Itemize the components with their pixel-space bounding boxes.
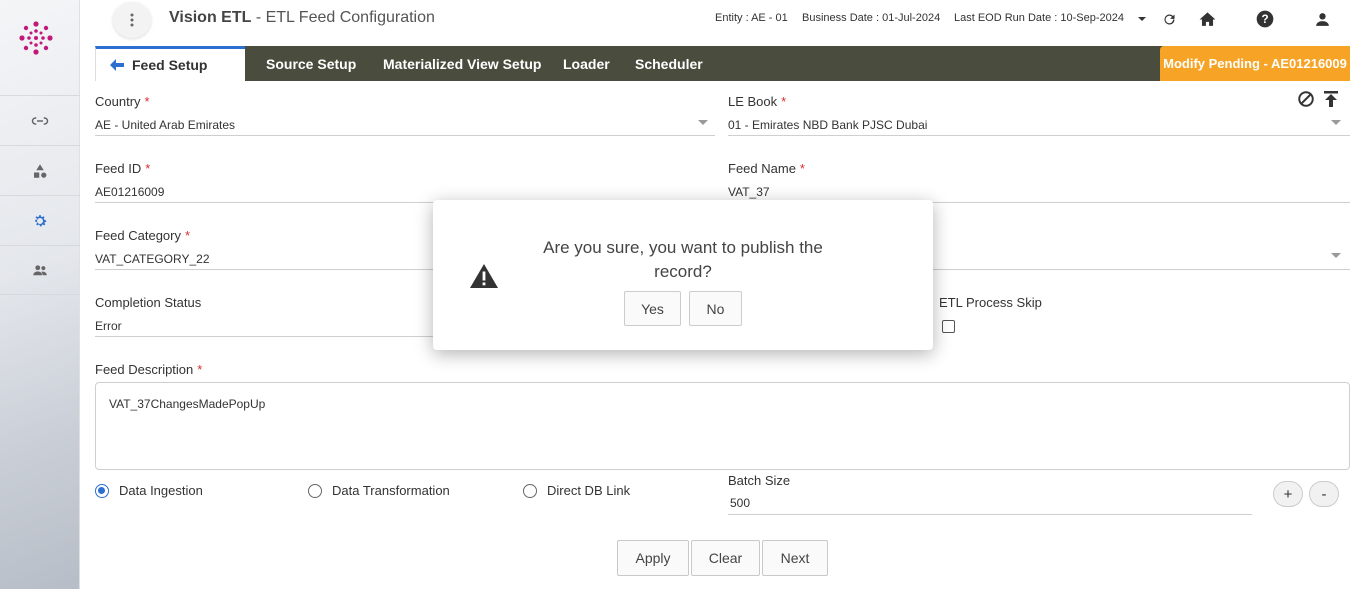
shapes-icon [34, 163, 47, 178]
radio-label: Data Transformation [332, 483, 450, 498]
lebook-dropdown-icon[interactable] [1331, 120, 1341, 125]
radio-direct-db-link[interactable]: Direct DB Link [523, 483, 630, 498]
tab-materialized-view-setup[interactable]: Materialized View Setup [383, 46, 541, 81]
completion-label: Completion Status [95, 295, 202, 310]
description-label: Feed Description * [95, 362, 203, 377]
feedname-field[interactable]: VAT_37 [728, 185, 770, 199]
radio-label: Data Ingestion [119, 483, 203, 498]
help-icon[interactable]: ? [1254, 8, 1276, 30]
category-select[interactable]: VAT_CATEGORY_22 [95, 252, 210, 266]
sidebar [0, 0, 80, 589]
publish-icon[interactable] [1323, 90, 1339, 111]
country-dropdown-icon[interactable] [698, 120, 708, 125]
block-icon[interactable] [1297, 90, 1315, 111]
refresh-icon[interactable] [1158, 8, 1180, 30]
sidebar-item-settings[interactable] [0, 195, 80, 245]
tab-loader[interactable]: Loader [563, 46, 610, 81]
warning-icon [470, 264, 498, 288]
country-label: Country * [95, 94, 150, 109]
feedid-label: Feed ID * [95, 161, 151, 176]
etlskip-checkbox[interactable] [942, 320, 955, 333]
radio-dot [308, 483, 322, 498]
increment-button[interactable]: + [1273, 481, 1303, 507]
link-icon [31, 116, 49, 125]
menu-kebab-button[interactable] [113, 2, 151, 38]
clear-button[interactable]: Clear [691, 540, 760, 576]
app-name: Vision ETL [169, 9, 252, 26]
radio-dot-selected [95, 483, 109, 498]
batch-underline [728, 514, 1252, 515]
no-button[interactable]: No [689, 291, 742, 326]
business-date-label: Business Date : 01-Jul-2024 [802, 12, 941, 24]
arrow-left-icon [110, 59, 124, 71]
sidebar-item-users[interactable] [0, 245, 80, 295]
tab-scheduler[interactable]: Scheduler [635, 46, 703, 81]
batch-field[interactable]: 500 [730, 496, 750, 510]
category-label: Feed Category * [95, 228, 191, 243]
completion-field[interactable]: Error [95, 319, 122, 333]
page-title: Vision ETL - ETL Feed Configuration [169, 9, 435, 27]
feedname-label: Feed Name * [728, 161, 805, 176]
apply-button[interactable]: Apply [617, 540, 689, 576]
right-dropdown-icon[interactable] [1331, 253, 1341, 258]
yes-button[interactable]: Yes [624, 291, 681, 326]
tab-bar: Feed Setup Source Setup Materialized Vie… [95, 46, 1350, 81]
lebook-label: LE Book * [728, 94, 787, 109]
users-icon [33, 265, 47, 276]
decrement-button[interactable]: - [1309, 481, 1339, 507]
feedid-field[interactable]: AE01216009 [95, 185, 164, 199]
kebab-icon [130, 13, 134, 27]
svg-text:?: ? [1261, 13, 1268, 26]
app-logo-icon [19, 21, 53, 55]
last-eod-label: Last EOD Run Date : 10-Sep-2024 [954, 12, 1124, 24]
gear-icon [35, 214, 47, 226]
tab-feed-setup-label: Feed Setup [132, 57, 208, 73]
next-button[interactable]: Next [762, 540, 828, 576]
country-select[interactable]: AE - United Arab Emirates [95, 118, 235, 132]
description-textarea[interactable]: VAT_37ChangesMadePopUp [95, 382, 1350, 470]
radio-dot [523, 483, 537, 498]
tab-source-setup[interactable]: Source Setup [266, 46, 356, 81]
date-dropdown-icon[interactable] [1131, 8, 1153, 30]
entity-label: Entity : AE - 01 [715, 12, 788, 24]
lebook-underline [728, 135, 1350, 136]
country-underline [95, 135, 715, 136]
page-subtitle: - ETL Feed Configuration [251, 9, 435, 26]
status-badge: Modify Pending - AE01216009 [1160, 46, 1350, 81]
tab-feed-setup[interactable]: Feed Setup [95, 46, 245, 81]
radio-data-ingestion[interactable]: Data Ingestion [95, 483, 203, 498]
sidebar-item-link[interactable] [0, 95, 80, 145]
radio-data-transformation[interactable]: Data Transformation [308, 483, 450, 498]
batch-label: Batch Size [728, 473, 791, 488]
dialog-message: Are you sure, you want to publish the re… [543, 238, 823, 281]
home-icon[interactable] [1196, 8, 1218, 30]
user-icon[interactable] [1311, 8, 1333, 30]
lebook-select[interactable]: 01 - Emirates NBD Bank PJSC Dubai [728, 118, 927, 132]
confirm-dialog: Are you sure, you want to publish the re… [433, 200, 933, 350]
radio-label: Direct DB Link [547, 483, 631, 498]
etlskip-label: ETL Process Skip [939, 295, 1042, 310]
sidebar-item-shapes[interactable] [0, 145, 80, 195]
